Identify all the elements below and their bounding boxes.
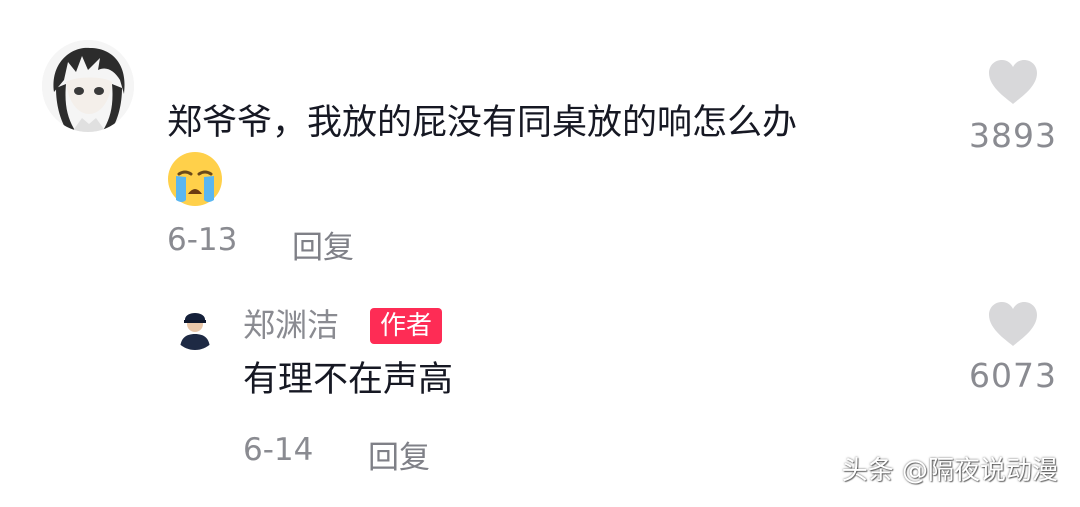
reply-button[interactable]: 回复 — [368, 432, 430, 477]
comment-text: 郑爷爷，我放的屁没有同桌放的响怎么办 — [167, 103, 798, 143]
author-portrait-icon — [172, 304, 218, 350]
comment-date: 6-13 — [167, 222, 238, 258]
author-badge: 作者 — [370, 308, 443, 344]
anime-avatar-icon — [42, 40, 134, 132]
heart-icon[interactable] — [987, 58, 1039, 106]
comment-like[interactable]: 3893 — [963, 58, 1063, 155]
author-reply-text: 有理不在声高 — [243, 360, 454, 400]
author-avatar[interactable] — [172, 304, 218, 350]
like-count: 6073 — [969, 356, 1057, 395]
reply-like[interactable]: 6073 — [963, 300, 1063, 395]
watermark: 头条 @隔夜说动漫 — [841, 456, 1058, 486]
heart-icon[interactable] — [987, 300, 1039, 348]
commenter-avatar[interactable] — [42, 40, 134, 132]
loudly-crying-face-icon — [166, 150, 224, 208]
like-count: 3893 — [969, 116, 1057, 155]
reply-date: 6-14 — [243, 432, 314, 468]
author-name[interactable]: 郑渊洁 — [243, 304, 339, 346]
reply-button[interactable]: 回复 — [292, 222, 354, 267]
